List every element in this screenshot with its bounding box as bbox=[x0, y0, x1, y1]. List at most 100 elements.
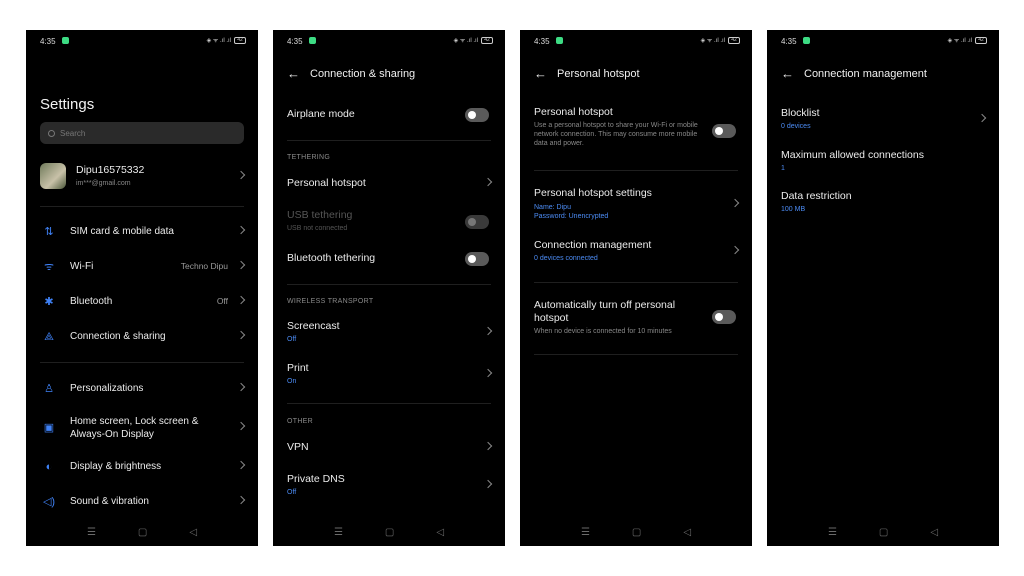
bluetooth-tethering-toggle[interactable] bbox=[465, 252, 489, 266]
personal-hotspot-toggle[interactable] bbox=[712, 124, 736, 138]
wifi-icon: ᯤ bbox=[43, 261, 55, 273]
auto-turn-off-label: Automatically turn off personal hotspot bbox=[534, 299, 676, 324]
menu-item-home-screen[interactable]: ▣ Home screen, Lock screen & Always-On Di… bbox=[40, 413, 246, 443]
back-arrow-icon[interactable]: ← bbox=[534, 67, 547, 80]
divider bbox=[534, 354, 738, 355]
back-nav-icon[interactable]: ◁ bbox=[436, 527, 444, 538]
private-dns-row[interactable]: Private DNS Off bbox=[287, 473, 493, 499]
menu-item-label: SIM card & mobile data bbox=[70, 226, 174, 237]
usb-tethering-row: USB tethering USB not connected bbox=[287, 209, 491, 235]
page-title: Connection management bbox=[804, 67, 927, 80]
back-nav-icon[interactable]: ◁ bbox=[930, 527, 938, 538]
section-header: WIRELESS TRANSPORT bbox=[287, 298, 374, 305]
home-nav-icon[interactable]: ▢ bbox=[879, 527, 888, 538]
hotspot-name: Name: Dipu bbox=[534, 204, 571, 211]
menu-item-display[interactable]: ◐ Display & brightness bbox=[40, 458, 246, 476]
max-connections-row[interactable]: Maximum allowed connections 1 bbox=[781, 149, 985, 175]
status-time: 4:35 bbox=[534, 37, 550, 46]
signal-icon: ◈ ᯤ .ıl .ıl bbox=[947, 38, 972, 44]
menu-item-bluetooth[interactable]: ✱ Bluetooth Off bbox=[40, 293, 246, 311]
usb-tethering-toggle bbox=[465, 215, 489, 229]
menu-item-connection-sharing[interactable]: ⟁ Connection & sharing bbox=[40, 328, 246, 346]
account-row[interactable] bbox=[40, 170, 246, 184]
screencast-row[interactable]: Screencast Off bbox=[287, 320, 493, 346]
chevron-right-icon bbox=[236, 295, 246, 305]
back-arrow-icon[interactable]: ← bbox=[287, 67, 300, 80]
back-nav-icon[interactable]: ◁ bbox=[189, 527, 197, 538]
bluetooth-tethering-row[interactable]: Bluetooth tethering bbox=[287, 252, 491, 266]
auto-turn-off-toggle[interactable] bbox=[712, 310, 736, 324]
status-time: 4:35 bbox=[287, 37, 303, 46]
menu-item-wifi[interactable]: ᯤ Wi-Fi Techno Dipu bbox=[40, 258, 246, 276]
page-title: Personal hotspot bbox=[557, 67, 640, 80]
menu-item-personalizations[interactable]: ♙ Personalizations bbox=[40, 380, 246, 398]
blocklist-count: 0 devices bbox=[781, 123, 811, 130]
back-arrow-icon[interactable]: ← bbox=[781, 67, 794, 80]
home-nav-icon[interactable]: ▢ bbox=[138, 527, 147, 538]
personal-hotspot-row[interactable]: Personal hotspot Use a personal hotspot … bbox=[534, 106, 738, 156]
home-nav-icon[interactable]: ▢ bbox=[632, 527, 641, 538]
chevron-right-icon bbox=[236, 421, 246, 431]
status-icons: ◈ ᯤ .ıl .ıl 42 bbox=[454, 36, 493, 44]
print-row[interactable]: Print On bbox=[287, 362, 493, 388]
brightness-icon: ◐ bbox=[45, 461, 53, 473]
menu-item-label: Display & brightness bbox=[70, 461, 162, 472]
menu-item-sound[interactable]: ◁) Sound & vibration bbox=[40, 493, 246, 511]
bluetooth-icon: ✱ bbox=[44, 296, 54, 308]
search-icon bbox=[48, 129, 55, 137]
personalize-icon: ♙ bbox=[44, 383, 54, 395]
search-placeholder: Search bbox=[60, 128, 86, 138]
connection-management-row[interactable]: Connection management 0 devices connecte… bbox=[534, 239, 740, 265]
blocklist-row[interactable]: Blocklist 0 devices bbox=[781, 107, 987, 133]
navigation-bar: ☰ ▢ ◁ bbox=[273, 527, 505, 538]
back-nav-icon[interactable]: ◁ bbox=[683, 527, 691, 538]
divider bbox=[287, 403, 491, 404]
header: ← Connection & sharing bbox=[287, 67, 415, 80]
menu-item-label: Personalizations bbox=[70, 383, 144, 394]
page-title: Connection & sharing bbox=[310, 67, 416, 80]
menu-nav-icon[interactable]: ☰ bbox=[334, 527, 343, 538]
chevron-right-icon bbox=[236, 382, 246, 392]
chevron-right-icon bbox=[236, 225, 246, 235]
vpn-label: VPN bbox=[287, 441, 309, 453]
usb-tethering-status: USB not connected bbox=[287, 225, 348, 232]
divider bbox=[40, 362, 244, 363]
menu-nav-icon[interactable]: ☰ bbox=[581, 527, 590, 538]
private-dns-label: Private DNS bbox=[287, 473, 345, 485]
airplane-mode-row[interactable]: Airplane mode bbox=[287, 108, 491, 122]
personal-hotspot-row[interactable]: Personal hotspot bbox=[287, 177, 493, 191]
signal-icon: ◈ ᯤ .ıl .ıl bbox=[206, 38, 231, 44]
blocklist-label: Blocklist bbox=[781, 107, 820, 119]
menu-item-label: Wi-Fi bbox=[70, 261, 94, 272]
data-restriction-row[interactable]: Data restriction 100 MB bbox=[781, 190, 985, 216]
header: ← Connection management bbox=[781, 67, 927, 80]
hotspot-settings-row[interactable]: Personal hotspot settings Name: Dipu Pas… bbox=[534, 187, 740, 223]
connection-management-label: Connection management bbox=[534, 239, 652, 251]
vpn-row[interactable]: VPN bbox=[287, 441, 493, 455]
data-restriction-label: Data restriction bbox=[781, 190, 852, 202]
status-icons: ◈ ᯤ .ıl .ıl 42 bbox=[701, 36, 740, 44]
menu-item-sim[interactable]: ⇅ SIM card & mobile data bbox=[40, 223, 246, 241]
search-input[interactable]: Search bbox=[40, 122, 244, 144]
hotspot-settings-label: Personal hotspot settings bbox=[534, 187, 652, 199]
notification-icon bbox=[556, 37, 563, 44]
menu-item-value: Techno Dipu bbox=[180, 261, 228, 271]
menu-item-label: Bluetooth bbox=[70, 296, 113, 307]
airplane-mode-toggle[interactable] bbox=[465, 108, 489, 122]
status-bar: 4:35 ◈ ᯤ .ıl .ıl 42 bbox=[520, 30, 752, 52]
page-title: Settings bbox=[40, 96, 95, 113]
airplane-mode-label: Airplane mode bbox=[287, 108, 355, 120]
max-connections-value: 1 bbox=[781, 165, 785, 172]
notification-icon bbox=[803, 37, 810, 44]
menu-nav-icon[interactable]: ☰ bbox=[87, 527, 96, 538]
sim-icon: ⇅ bbox=[44, 226, 54, 238]
home-nav-icon[interactable]: ▢ bbox=[385, 527, 394, 538]
status-time: 4:35 bbox=[40, 37, 56, 46]
private-dns-status: Off bbox=[287, 489, 297, 496]
menu-nav-icon[interactable]: ☰ bbox=[828, 527, 837, 538]
notification-icon bbox=[309, 37, 316, 44]
divider bbox=[534, 282, 738, 283]
auto-turn-off-row[interactable]: Automatically turn off personal hotspot … bbox=[534, 299, 738, 339]
divider bbox=[40, 206, 244, 207]
menu-item-label: Home screen, Lock screen & Always-On Disp… bbox=[70, 415, 198, 441]
